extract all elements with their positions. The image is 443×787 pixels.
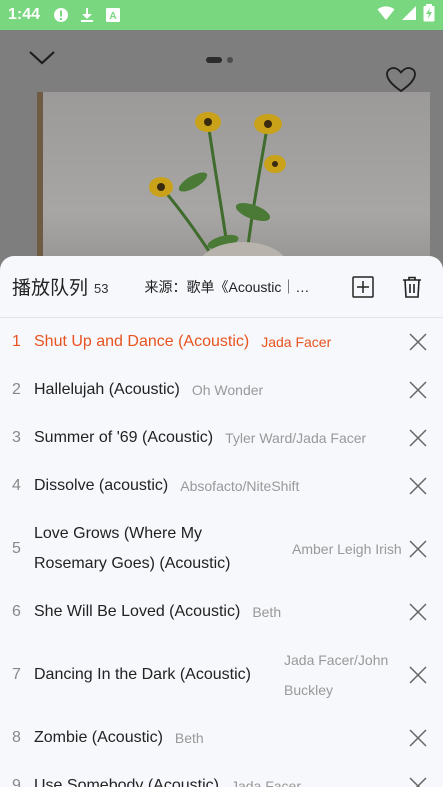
queue-item-index: 3 <box>12 429 21 446</box>
queue-item[interactable]: 2 Hallelujah (Acoustic) Oh Wonder <box>0 366 443 414</box>
queue-item-title: Summer of '69 (Acoustic) <box>34 429 214 446</box>
queue-item-title: Use Somebody (Acoustic) <box>34 777 219 787</box>
queue-item-artist: Amber Leigh Irish <box>292 541 402 557</box>
queue-item-index: 6 <box>12 603 21 620</box>
remove-icon[interactable] <box>409 333 427 351</box>
queue-count: 53 <box>94 281 109 296</box>
queue-item[interactable]: 4 Dissolve (acoustic) Absofacto/NiteShif… <box>0 462 443 510</box>
wifi-icon <box>377 5 395 26</box>
queue-item[interactable]: 9 Use Somebody (Acoustic) Jada Facer <box>0 762 443 787</box>
queue-item[interactable]: 6 She Will Be Loved (Acoustic) Beth <box>0 588 443 636</box>
queue-item-title: Shut Up and Dance (Acoustic) <box>34 333 250 350</box>
queue-list: 1 Shut Up and Dance (Acoustic) Jada Face… <box>0 318 443 787</box>
svg-text:A: A <box>109 11 116 22</box>
queue-item-title: Love Grows (Where My Rosemary Goes) (Aco… <box>34 525 231 572</box>
add-to-playlist-icon[interactable] <box>352 276 374 298</box>
queue-item-artist: Tyler Ward/Jada Facer <box>225 430 367 446</box>
queue-source[interactable]: 来源：歌单《Acoustic｜… <box>144 277 319 297</box>
queue-item[interactable]: 3 Summer of '69 (Acoustic) Tyler Ward/Ja… <box>0 414 443 462</box>
queue-item-title: Dissolve (acoustic) <box>34 477 169 494</box>
battery-charging-icon <box>423 3 435 27</box>
queue-item[interactable]: 1 Shut Up and Dance (Acoustic) Jada Face… <box>0 318 443 366</box>
remove-icon[interactable] <box>409 540 427 558</box>
player-backdrop <box>0 30 443 270</box>
queue-item-artist: Oh Wonder <box>191 382 264 398</box>
queue-item-artist: Beth <box>174 730 204 746</box>
queue-item-title: She Will Be Loved (Acoustic) <box>34 603 241 620</box>
page-dot <box>227 57 233 63</box>
remove-icon[interactable] <box>409 666 427 684</box>
status-bar: 1:44 A <box>0 0 443 30</box>
remove-icon[interactable] <box>409 603 427 621</box>
trash-icon[interactable] <box>401 276 423 298</box>
remove-icon[interactable] <box>409 729 427 747</box>
remove-icon[interactable] <box>409 429 427 447</box>
album-art <box>37 92 430 270</box>
queue-item-title: Dancing In the Dark (Acoustic) <box>34 666 251 683</box>
alert-circle-icon <box>52 6 70 24</box>
download-icon <box>78 6 96 24</box>
queue-item-artist: Jada Facer/John Buckley <box>284 652 389 698</box>
heart-icon[interactable] <box>385 66 417 99</box>
queue-item-artist: Jada Facer <box>261 334 332 350</box>
queue-item-index: 2 <box>12 381 21 398</box>
queue-item-index: 9 <box>12 777 21 787</box>
chevron-down-icon[interactable] <box>28 50 56 71</box>
queue-header: 播放队列 53 来源：歌单《Acoustic｜… <box>0 256 443 318</box>
status-right-icons <box>377 3 435 27</box>
queue-item-artist: Beth <box>252 604 282 620</box>
queue-item-artist: Absofacto/NiteShift <box>180 478 300 494</box>
remove-icon[interactable] <box>409 381 427 399</box>
queue-item-title: Zombie (Acoustic) <box>34 729 163 746</box>
queue-item-index: 8 <box>12 729 21 746</box>
queue-title: 播放队列 <box>12 278 89 299</box>
player-top-controls <box>0 30 443 110</box>
remove-icon[interactable] <box>409 477 427 495</box>
app-a-icon: A <box>104 6 122 24</box>
queue-item-title: Hallelujah (Acoustic) <box>34 381 180 398</box>
queue-item-index: 5 <box>12 540 21 557</box>
queue-item[interactable]: 8 Zombie (Acoustic) Beth <box>0 714 443 762</box>
queue-item[interactable]: 7 Dancing In the Dark (Acoustic) Jada Fa… <box>0 636 443 714</box>
queue-item-artist: Jada Facer <box>230 778 302 787</box>
page-indicator <box>206 57 233 63</box>
status-time: 1:44 <box>8 6 41 23</box>
signal-icon <box>401 5 417 26</box>
remove-icon[interactable] <box>409 777 427 787</box>
play-queue-sheet: 播放队列 53 来源：歌单《Acoustic｜… 1 Shut Up and D… <box>0 256 443 787</box>
queue-item-index: 1 <box>12 333 21 350</box>
queue-item-index: 4 <box>12 477 21 494</box>
queue-item[interactable]: 5 Love Grows (Where My Rosemary Goes) (A… <box>0 510 443 588</box>
queue-item-index: 7 <box>12 666 21 683</box>
page-dot-active <box>206 57 222 63</box>
